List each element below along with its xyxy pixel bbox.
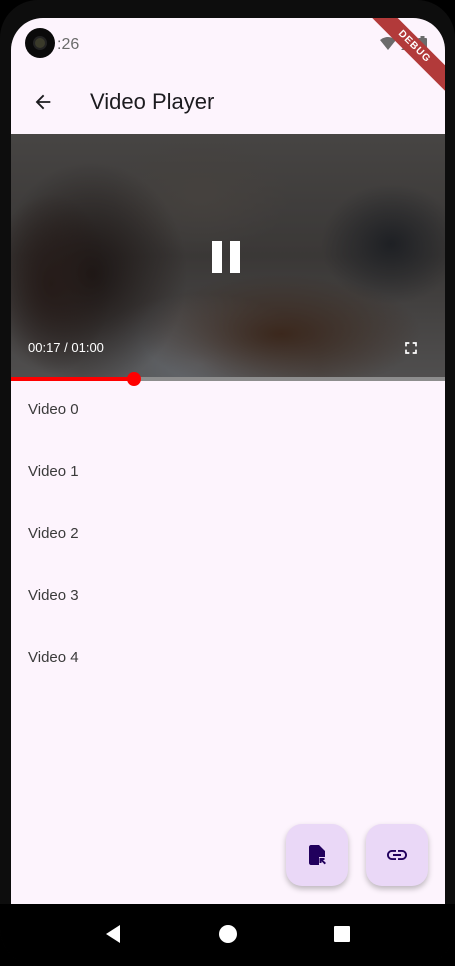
pause-icon-bar-right	[230, 241, 240, 273]
video-list: Video 0 Video 1 Video 2 Video 3 Video 4	[11, 381, 445, 691]
page-title: Video Player	[90, 89, 215, 114]
status-time: :26	[57, 36, 80, 53]
nav-back-icon[interactable]	[102, 922, 126, 946]
fullscreen-button[interactable]	[401, 338, 421, 358]
nav-recents-icon[interactable]	[330, 922, 354, 946]
video-time-display: 00:17 / 01:00	[28, 340, 104, 355]
app-bar: Video Player	[11, 70, 445, 134]
navigation-bar	[0, 904, 455, 966]
list-item[interactable]: Video 4	[11, 629, 445, 691]
list-item[interactable]: Video 0	[11, 381, 445, 443]
device-frame: :26 DEBUG Video Player 00:17 / 01:00 Vid…	[0, 0, 455, 966]
back-button[interactable]	[25, 84, 61, 120]
link-icon	[387, 850, 407, 860]
file-open-icon	[309, 845, 326, 865]
list-item[interactable]: Video 3	[11, 567, 445, 629]
status-bar: :26 DEBUG	[11, 18, 445, 100]
arrow-left-icon	[35, 94, 51, 110]
pause-button[interactable]	[212, 241, 242, 277]
app-screen: :26 DEBUG Video Player 00:17 / 01:00 Vid…	[11, 18, 445, 904]
list-item[interactable]: Video 1	[11, 443, 445, 505]
open-file-button[interactable]	[286, 824, 348, 886]
fullscreen-icon	[405, 342, 417, 354]
camera-cutout	[25, 28, 55, 58]
list-item[interactable]: Video 2	[11, 505, 445, 567]
nav-home-icon[interactable]	[216, 922, 240, 946]
open-url-button[interactable]	[366, 824, 428, 886]
video-player[interactable]: 00:17 / 01:00	[11, 134, 445, 379]
pause-icon-bar-left	[212, 241, 222, 273]
